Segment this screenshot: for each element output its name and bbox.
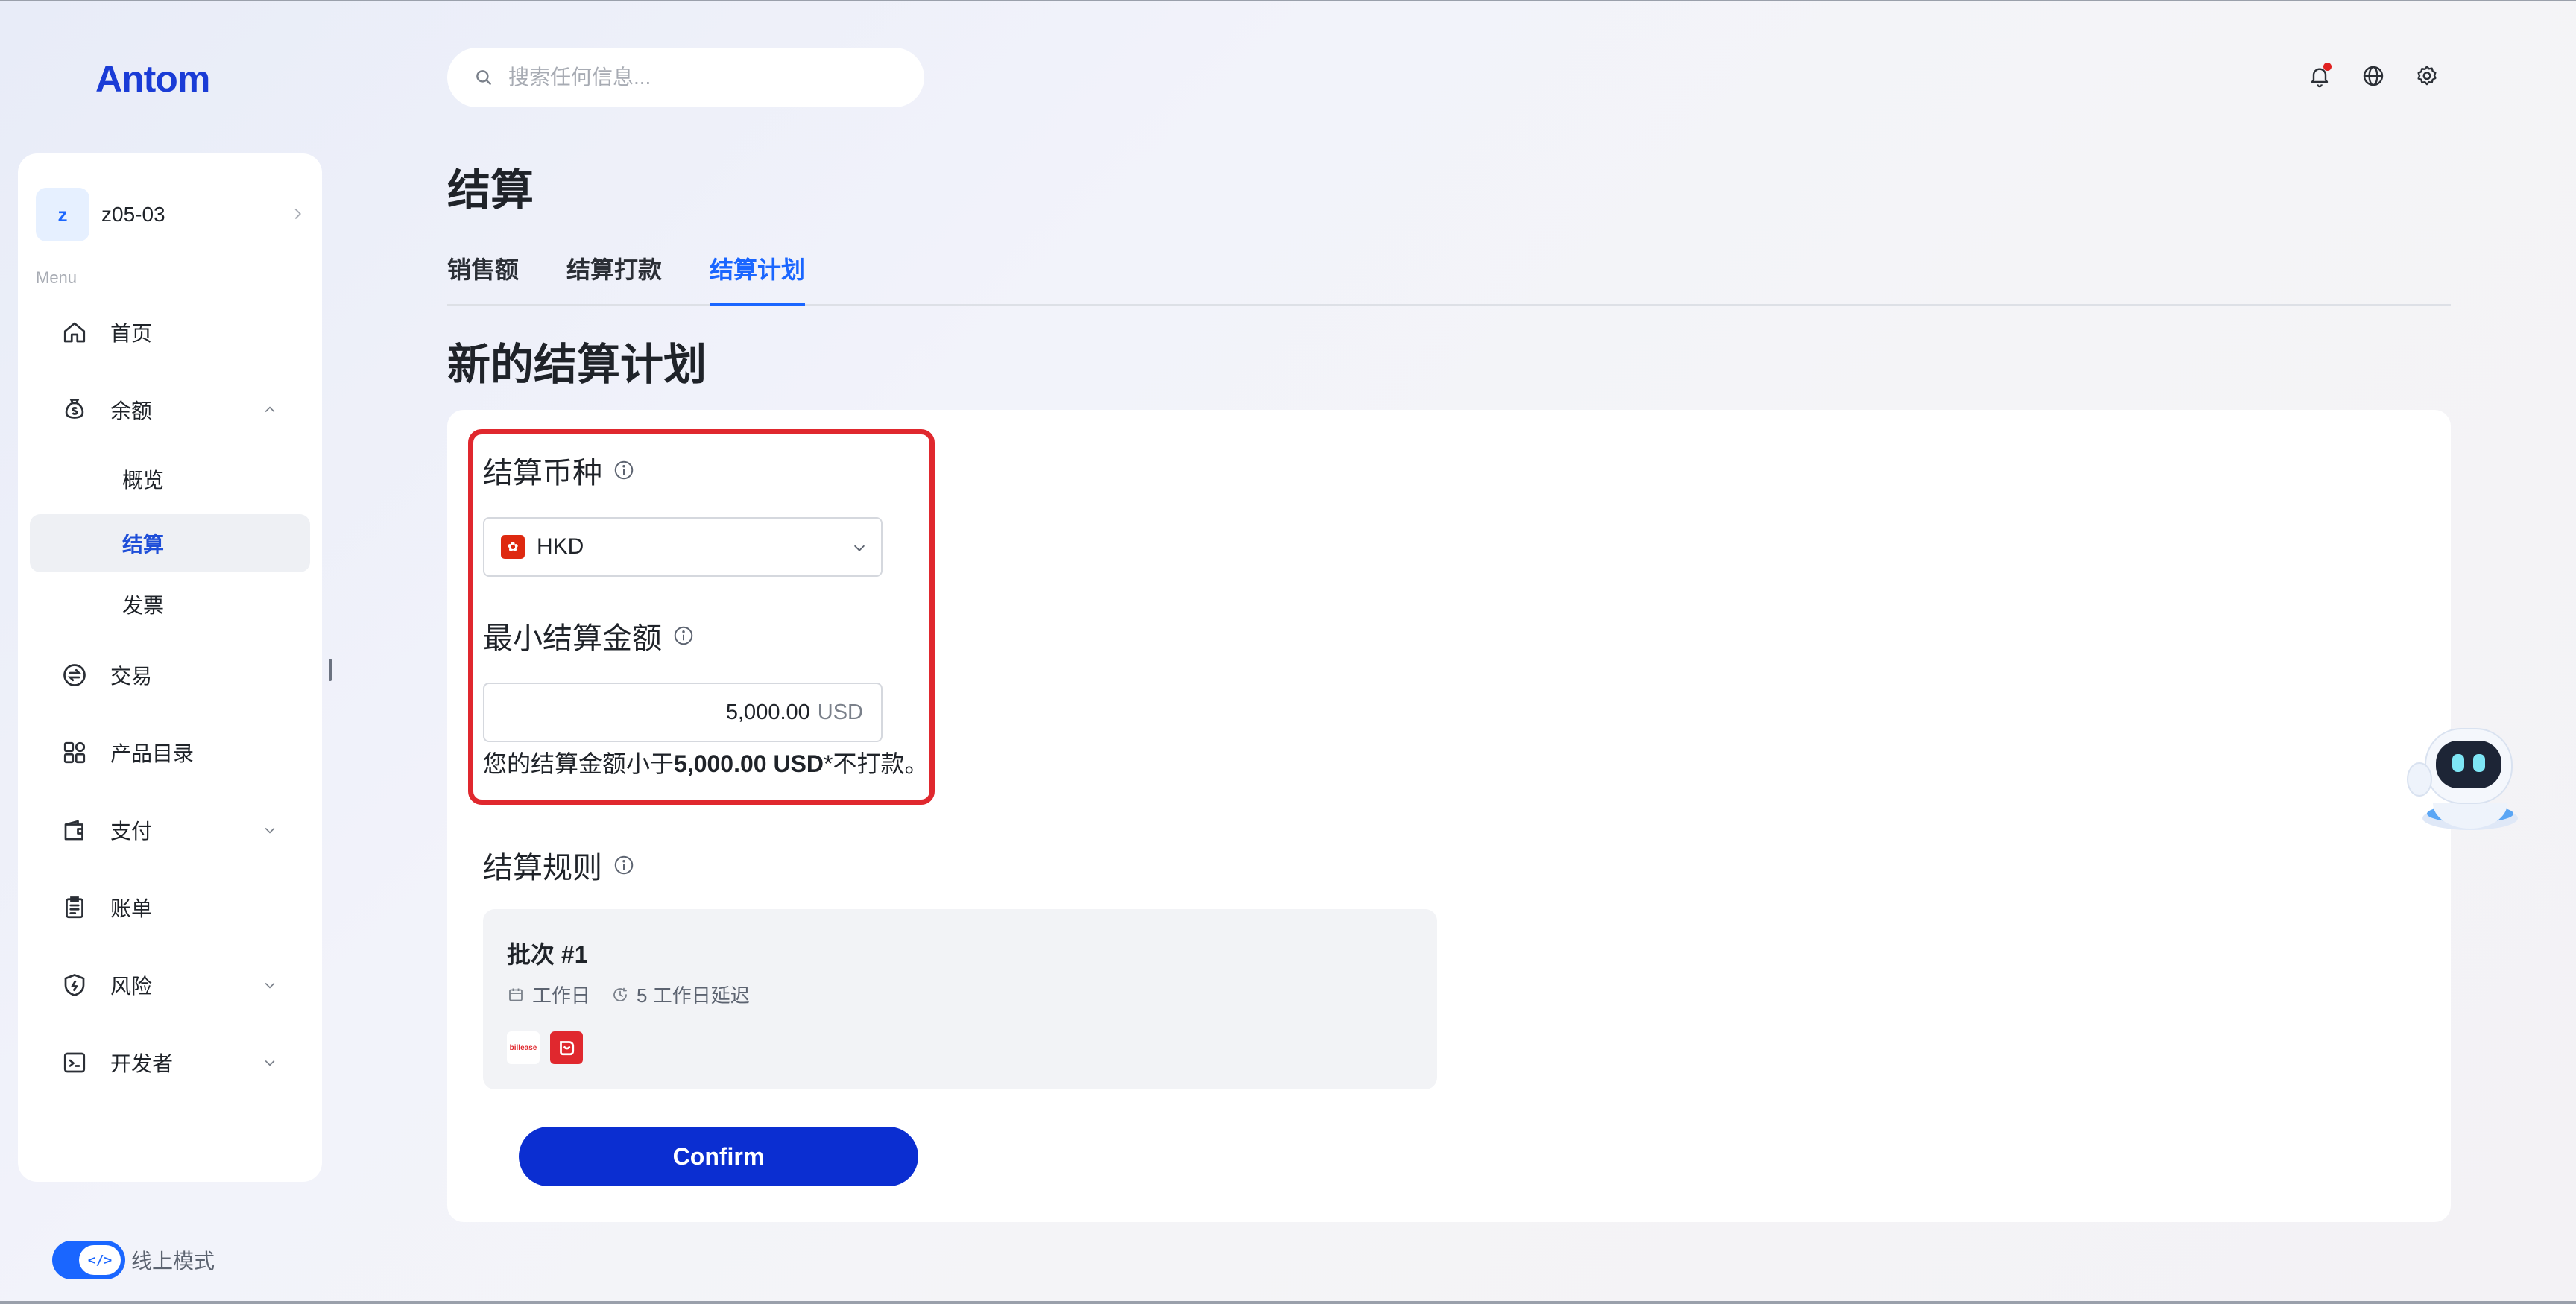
currency-select[interactable]: ✿ HKD: [483, 517, 883, 577]
tab-settlement-plan[interactable]: 结算计划: [710, 253, 806, 306]
sidebar-item-bills[interactable]: 账单: [30, 878, 310, 937]
hk-flag-icon: ✿: [501, 535, 525, 559]
wallet-brand-icon: [560, 1041, 575, 1056]
sidebar-item-label: 交易: [110, 665, 153, 688]
globe-icon: [2363, 66, 2384, 86]
sidebar-item-developer[interactable]: 开发者: [30, 1033, 310, 1092]
batch-meta: 工作日 5 工作日延迟: [507, 981, 750, 1008]
info-icon[interactable]: [672, 624, 695, 647]
notification-dot: [2323, 63, 2332, 71]
chevron-down-icon: [265, 827, 275, 834]
info-icon[interactable]: [613, 459, 635, 481]
sidebar-item-risk[interactable]: 风险: [30, 955, 310, 1015]
chevron-down-icon: [265, 1060, 275, 1066]
amount-unit: USD: [817, 700, 863, 724]
rules-label-text: 结算规则: [483, 852, 602, 884]
sidebar-item-payments[interactable]: 支付: [30, 800, 310, 860]
sidebar-item-label: 产品目录: [110, 742, 195, 765]
chevron-down-icon: [853, 545, 865, 551]
batch-day-type: 工作日: [532, 984, 591, 1007]
chevron-down-icon: [265, 982, 275, 989]
robot-icon: [2407, 728, 2518, 830]
rules-field-label: 结算规则: [483, 844, 635, 887]
currency-field-label: 结算币种: [483, 449, 635, 492]
logo-text: Antom: [95, 58, 210, 100]
currency-value: HKD: [537, 534, 584, 559]
window-top-border: [0, 0, 2576, 1]
sidebar-item-catalog[interactable]: 产品目录: [30, 723, 310, 782]
home-icon: [63, 322, 86, 343]
sidebar-item-transactions[interactable]: 交易: [30, 645, 310, 705]
sidebar-item-balance[interactable]: 余额: [30, 380, 310, 440]
settlement-rule-card: 批次 #1 工作日 5 工作日延迟 billease: [483, 909, 1437, 1089]
code-icon: </>: [79, 1245, 121, 1275]
tab-payouts[interactable]: 结算打款: [566, 253, 662, 306]
red-wallet-logo: [550, 1031, 583, 1064]
chevron-up-icon: [265, 406, 275, 413]
delay-clock-icon: [613, 987, 627, 1001]
wallet-icon: [64, 820, 83, 841]
min-amount-label-text: 最小结算金额: [483, 622, 662, 655]
mode-label: 线上模式: [131, 1250, 215, 1273]
mode-toggle[interactable]: </>: [52, 1241, 125, 1279]
antom-logo[interactable]: Antom: [95, 57, 210, 101]
money-bag-icon: [65, 399, 84, 419]
avatar: z: [36, 188, 89, 241]
account-switcher[interactable]: z z05-03: [36, 183, 312, 246]
info-icon[interactable]: [613, 854, 635, 876]
account-name: z05-03: [101, 203, 165, 226]
notifications-button[interactable]: [2305, 61, 2334, 91]
tab-bar: 销售额 结算打款 结算计划: [447, 253, 2451, 306]
min-amount-field-label: 最小结算金额: [483, 614, 695, 657]
live-mode-switch: </> 线上模式: [52, 1241, 215, 1279]
sidebar-collapse-handle[interactable]: [329, 659, 332, 681]
search-input[interactable]: [508, 66, 911, 89]
sidebar-item-label: 开发者: [110, 1052, 174, 1075]
page-title: 结算: [447, 166, 534, 215]
window-bottom-border: [0, 1301, 2576, 1304]
language-button[interactable]: [2358, 61, 2388, 91]
currency-label-text: 结算币种: [483, 457, 602, 490]
search-icon: [476, 70, 491, 85]
sidebar: z z05-03 Menu 首页 余额 概览 结算 发票 交易 产品目录 支付 …: [18, 153, 322, 1182]
hint-amount: 5,000.00 USD: [674, 750, 824, 777]
terminal-icon: [63, 1052, 86, 1073]
search-bar[interactable]: [447, 48, 924, 107]
exchange-icon: [63, 664, 86, 686]
sidebar-subitem-overview[interactable]: 概览: [30, 450, 310, 508]
grid-icon: [63, 741, 86, 764]
tab-sales[interactable]: 销售额: [447, 253, 519, 306]
min-amount-field: USD: [483, 683, 883, 742]
section-title: 新的结算计划: [447, 341, 707, 389]
sidebar-item-label: 余额: [110, 399, 153, 422]
sidebar-item-label: 支付: [110, 820, 153, 843]
hint-suffix: *不打款。: [824, 750, 929, 777]
sidebar-item-label: 首页: [110, 322, 153, 345]
sidebar-item-home[interactable]: 首页: [30, 303, 310, 362]
sidebar-item-label: 账单: [110, 897, 153, 920]
billease-logo: billease: [507, 1031, 540, 1064]
settings-button[interactable]: [2412, 61, 2442, 91]
menu-label: Menu: [36, 268, 78, 287]
sidebar-item-label: 风险: [110, 975, 153, 998]
shield-icon: [64, 974, 85, 996]
clipboard-icon: [66, 896, 83, 919]
payment-method-logos: billease: [507, 1031, 593, 1064]
gear-icon: [2417, 66, 2437, 86]
min-amount-hint: 您的结算金额小于5,000.00 USD*不打款。: [483, 745, 929, 779]
batch-delay: 5 工作日延迟: [637, 984, 750, 1007]
hint-prefix: 您的结算金额小于: [483, 750, 675, 777]
confirm-button[interactable]: Confirm: [519, 1127, 918, 1186]
sidebar-subitem-settlement[interactable]: 结算: [30, 514, 310, 572]
min-amount-input[interactable]: [526, 700, 810, 725]
chevron-right-icon: [294, 208, 301, 220]
assistant-bot-icon[interactable]: [2388, 715, 2530, 835]
calendar-icon: [509, 988, 523, 1001]
batch-title: 批次 #1: [507, 941, 588, 968]
sidebar-subitem-invoice[interactable]: 发票: [30, 575, 310, 633]
